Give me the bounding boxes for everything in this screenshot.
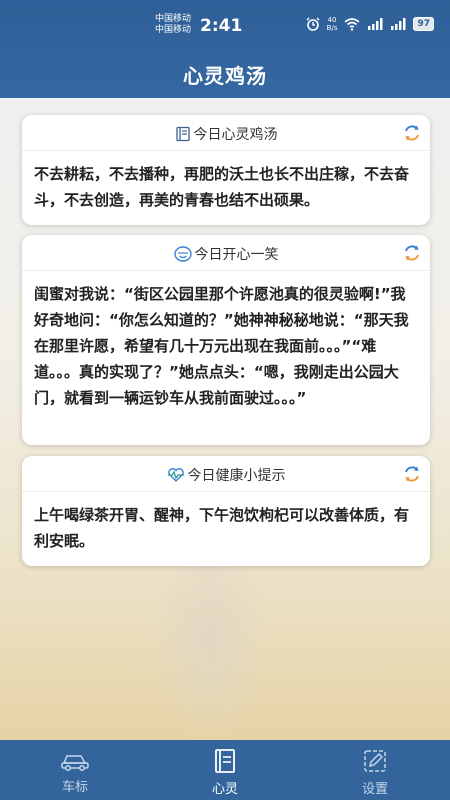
carrier-2: 中国移动 [155,25,192,35]
clock: 2:41 [200,16,243,36]
network-speed-unit: B/s [326,24,338,32]
settings-edit-icon [364,750,386,772]
status-bar: 中国移动 中国移动 2:41 40 B/s 97 [0,0,450,44]
page-title: 心灵鸡汤 [183,64,267,88]
card-header: 今日健康小提示 [22,456,430,492]
signal-icon-2 [391,18,406,30]
nav-item-settings[interactable]: 设置 [315,740,435,800]
card-body: 不去耕耘，不去播种，再肥的沃土也长不出庄稼，不去奋斗，不去创造，再美的青春也结不… [34,165,410,209]
book-icon [175,126,190,142]
card-daily-quote: 今日心灵鸡汤 不去耕耘，不去播种，再肥的沃土也长不出庄稼，不去奋斗，不去创造，再… [22,115,430,225]
card-header: 今日心灵鸡汤 [22,115,430,151]
card-title: 今日健康小提示 [187,468,286,484]
refresh-icon[interactable] [402,464,422,484]
smile-icon [173,246,192,262]
card-title: 今日开心一笑 [194,247,279,263]
card-title: 今日心灵鸡汤 [193,127,278,143]
app-header: 中国移动 中国移动 2:41 40 B/s 97 心灵鸡汤 [0,0,450,98]
nav-label: 心灵 [211,782,238,797]
nav-label: 设置 [361,782,388,797]
card-body: 上午喝绿茶开胃、醒神，下午泡饮枸杞可以改善体质，有利安眠。 [34,506,410,550]
network-speed-value: 40 [327,16,337,24]
notebook-icon [215,749,235,773]
card-daily-joke: 今日开心一笑 闺蜜对我说：“街区公园里那个许愿池真的很灵验啊!”我好奇地问：“你… [22,235,430,445]
card-header: 今日开心一笑 [22,235,430,271]
carrier-info: 中国移动 中国移动 [155,14,191,36]
refresh-icon[interactable] [402,123,422,143]
nav-item-car-logo[interactable]: 车标 [15,740,135,800]
carrier-1: 中国移动 [155,14,192,24]
signal-icon [368,18,383,30]
bottom-nav: 车标 心灵 设置 [0,740,450,800]
alarm-icon [306,17,320,31]
battery-indicator: 97 [413,17,434,31]
card-body: 闺蜜对我说：“街区公园里那个许愿池真的很灵验啊!”我好奇地问：“你怎么知道的？”… [34,285,409,407]
nav-item-heart[interactable]: 心灵 [165,740,285,800]
nav-label: 车标 [61,780,88,795]
heartbeat-icon [167,468,184,482]
status-icons: 40 B/s 97 [306,16,434,32]
card-health-tip: 今日健康小提示 上午喝绿茶开胃、醒神，下午泡饮枸杞可以改善体质，有利安眠。 [22,456,430,566]
refresh-icon[interactable] [402,243,422,263]
wifi-icon [344,17,360,31]
network-speed: 40 B/s [327,16,338,32]
car-icon [61,755,89,771]
